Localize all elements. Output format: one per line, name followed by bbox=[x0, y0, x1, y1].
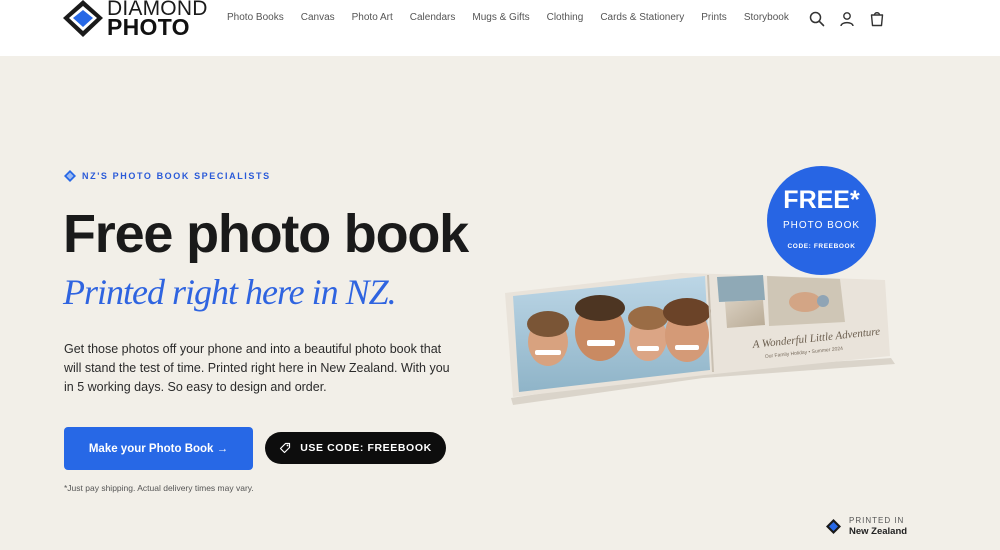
use-code-button[interactable]: USE CODE: FREEBOOK bbox=[265, 432, 446, 464]
hero-description: Get those photos off your phone and into… bbox=[64, 342, 450, 394]
cart-icon[interactable] bbox=[868, 10, 886, 28]
shipping-note: *Just pay shipping. Actual delivery time… bbox=[64, 483, 254, 493]
nav-item-mugs-gifts[interactable]: Mugs & Gifts bbox=[472, 11, 529, 25]
eyebrow-text: NZ'S PHOTO BOOK SPECIALISTS bbox=[82, 171, 271, 181]
nav-item-canvas[interactable]: Canvas bbox=[301, 11, 335, 25]
hero-eyebrow: NZ'S PHOTO BOOK SPECIALISTS bbox=[64, 170, 271, 182]
hero-subtitle: Printed right here in NZ. bbox=[63, 272, 397, 312]
main-nav: Photo Books Canvas Photo Art Calendars M… bbox=[227, 11, 806, 25]
nav-item-clothing[interactable]: Clothing bbox=[547, 11, 584, 25]
printed-line2: New Zealand bbox=[849, 526, 908, 537]
nav-item-calendars[interactable]: Calendars bbox=[410, 11, 456, 25]
printed-in-nz: PRINTED IN New Zealand bbox=[826, 515, 907, 537]
account-icon[interactable] bbox=[838, 10, 856, 28]
make-photo-book-button[interactable]: Make your Photo Book → bbox=[64, 427, 253, 470]
diamond-icon bbox=[64, 170, 76, 182]
tag-icon bbox=[280, 442, 291, 454]
free-badge: FREE* PHOTO BOOK CODE: FREEBOOK bbox=[767, 166, 876, 275]
nav-item-photo-books[interactable]: Photo Books bbox=[227, 11, 284, 25]
printed-line1: PRINTED IN bbox=[849, 516, 905, 525]
hero-title: Free photo book bbox=[63, 204, 469, 264]
site-header: DIAMOND PHOTO Photo Books Canvas Photo A… bbox=[0, 0, 1000, 56]
nav-item-photo-art[interactable]: Photo Art bbox=[352, 11, 393, 25]
diamond-logo-icon bbox=[63, 0, 103, 37]
photo-book-image: A Wonderful Little Adventure Our Family … bbox=[505, 273, 895, 405]
badge-headline: FREE* bbox=[783, 186, 860, 214]
brand-logo[interactable]: DIAMOND PHOTO bbox=[63, 0, 207, 40]
nav-item-storybook[interactable]: Storybook bbox=[744, 11, 789, 25]
brand-name-line2: PHOTO bbox=[107, 14, 190, 40]
nav-item-prints[interactable]: Prints bbox=[701, 11, 727, 25]
search-icon[interactable] bbox=[808, 10, 826, 28]
use-code-label: USE CODE: FREEBOOK bbox=[300, 442, 432, 454]
badge-sub: PHOTO BOOK bbox=[782, 220, 861, 231]
nav-item-cards-stationery[interactable]: Cards & Stationery bbox=[600, 11, 684, 25]
badge-code: CODE: FREEBOOK bbox=[787, 243, 856, 250]
diamond-icon bbox=[826, 518, 841, 534]
header-icons bbox=[808, 10, 898, 28]
